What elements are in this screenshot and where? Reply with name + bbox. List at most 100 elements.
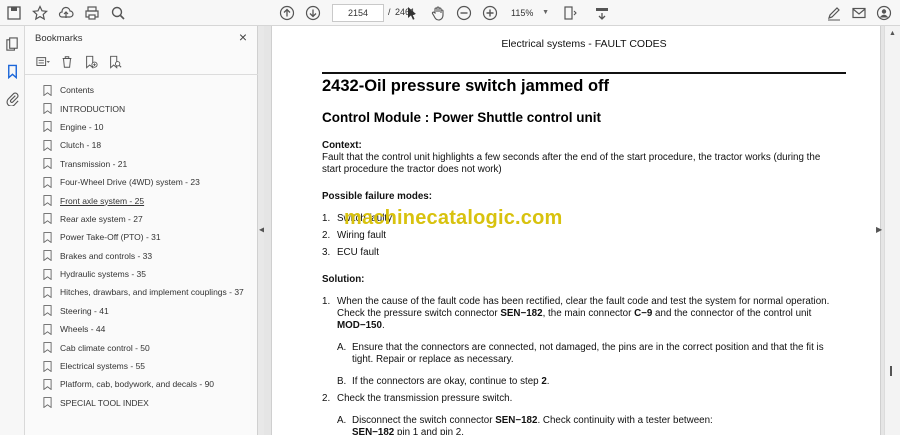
bookmark-label: Wheels - 44 xyxy=(60,324,106,335)
delete-bookmark-icon[interactable] xyxy=(59,54,75,70)
failure-mode-2: Wiring fault xyxy=(337,230,386,241)
save-icon[interactable] xyxy=(4,3,24,23)
bookmark-panel-icon[interactable] xyxy=(5,64,20,80)
bookmark-label: Rear axle system - 27 xyxy=(60,213,143,224)
step-1-module-mod150: MOD−150 xyxy=(337,320,382,331)
control-module-heading: Control Module : Power Shuttle control u… xyxy=(322,110,601,125)
step-2a-line-2: SEN−182 pin 1 and pin 2. xyxy=(352,427,464,435)
step-2a-text-c: . Check continuity with a tester between… xyxy=(537,415,713,426)
bookmark-item[interactable]: Wheels - 44 xyxy=(43,320,253,338)
find-bookmark-icon[interactable] xyxy=(107,54,123,70)
zoom-in-icon[interactable] xyxy=(480,3,500,23)
bookmark-item[interactable]: Contents xyxy=(43,81,253,99)
hand-tool-icon[interactable] xyxy=(428,3,448,23)
bookmark-item[interactable]: Clutch - 18 xyxy=(43,136,253,154)
bookmark-icon xyxy=(43,158,52,170)
bookmark-item[interactable]: Engine - 10 xyxy=(43,118,253,136)
star-icon[interactable] xyxy=(30,3,50,23)
page-number-input[interactable]: 2154 xyxy=(332,4,384,22)
step-2a-text-a: Disconnect the switch connector xyxy=(352,415,496,426)
bookmark-item[interactable]: Platform, cab, bodywork, and decals - 90 xyxy=(43,375,253,393)
context-line-2: start procedure the tractor does not wor… xyxy=(322,164,502,175)
bookmark-item[interactable]: INTRODUCTION xyxy=(43,99,253,117)
bookmark-item[interactable]: Cab climate control - 50 xyxy=(43,338,253,356)
bookmarks-divider xyxy=(25,74,258,75)
bookmark-item[interactable]: Electrical systems - 55 xyxy=(43,357,253,375)
attachment-icon[interactable] xyxy=(5,91,20,107)
top-toolbar: 2154 / 2461 115% ▼ xyxy=(0,0,900,26)
upload-cloud-icon[interactable] xyxy=(56,3,76,23)
bookmark-item[interactable]: Hydraulic systems - 35 xyxy=(43,265,253,283)
fit-page-icon[interactable] xyxy=(560,3,580,23)
scroll-thumb[interactable] xyxy=(890,366,892,376)
options-menu-icon[interactable] xyxy=(35,54,51,70)
bookmark-item[interactable]: Power Take-Off (PTO) - 31 xyxy=(43,228,253,246)
failure-mode-3-num: 3. xyxy=(322,247,331,258)
bookmark-label: Engine - 10 xyxy=(60,121,104,132)
failure-mode-2-num: 2. xyxy=(322,230,331,241)
email-icon[interactable] xyxy=(849,3,869,23)
bookmark-item[interactable]: Four-Wheel Drive (4WD) system - 23 xyxy=(43,173,253,191)
search-icon[interactable] xyxy=(108,3,128,23)
step-1-text-c: , the main connector xyxy=(542,308,635,319)
bookmark-label: Platform, cab, bodywork, and decals - 90 xyxy=(60,379,215,390)
bookmark-icon xyxy=(43,379,52,390)
failure-modes-heading: Possible failure modes: xyxy=(322,191,432,202)
bookmark-icon xyxy=(43,305,52,317)
step-2a-line-2-text: pin 1 and pin 2. xyxy=(394,427,464,435)
bookmark-label: Front axle system - 25 xyxy=(60,195,145,206)
bookmark-icon xyxy=(43,139,52,151)
sign-pen-icon[interactable] xyxy=(824,3,844,23)
page-thumbnails-icon[interactable] xyxy=(5,37,20,52)
solution-heading: Solution: xyxy=(322,274,365,285)
bookmark-icon xyxy=(43,103,52,115)
toggle-tools-icon[interactable] xyxy=(592,3,612,23)
step-2-num: 2. xyxy=(322,393,331,404)
step-1-text-a: Check the pressure switch connector xyxy=(337,308,501,319)
bookmark-item[interactable]: Steering - 41 xyxy=(43,302,253,320)
title-rule xyxy=(322,72,846,74)
bookmark-item[interactable]: Hitches, drawbars, and implement couplin… xyxy=(43,283,253,301)
zoom-out-icon[interactable] xyxy=(454,3,474,23)
step-1b-label: B. xyxy=(337,376,347,387)
account-icon[interactable] xyxy=(874,3,894,23)
previous-page-icon[interactable] xyxy=(277,3,297,23)
step-1b-text-main: If the connectors are okay, continue to … xyxy=(352,376,542,387)
vertical-scrollbar[interactable]: ▲ xyxy=(884,26,900,435)
bookmark-icon xyxy=(43,84,52,96)
bookmark-icon xyxy=(43,268,52,280)
next-page-icon[interactable] xyxy=(303,3,323,23)
failure-mode-3: ECU fault xyxy=(337,247,379,258)
bookmark-item[interactable]: Rear axle system - 27 xyxy=(43,210,253,228)
select-cursor-icon[interactable] xyxy=(402,3,422,23)
bookmark-icon xyxy=(43,231,52,243)
step-1a-label: A. xyxy=(337,342,347,353)
bookmarks-title: Bookmarks xyxy=(35,33,83,44)
bookmarks-panel: Bookmarks × Contents INTRODUCTION Engine -… xyxy=(25,26,258,435)
scroll-up-icon[interactable]: ▲ xyxy=(889,30,896,37)
bookmark-label: Steering - 41 xyxy=(60,305,109,316)
bookmark-item[interactable]: Transmission - 21 xyxy=(43,155,253,173)
document-title: 2432-Oil pressure switch jammed off xyxy=(322,77,610,95)
expand-right-arrow-icon[interactable]: ▶ xyxy=(876,225,882,234)
zoom-value: 115% xyxy=(511,8,534,18)
bookmark-item[interactable]: SPECIAL TOOL INDEX xyxy=(43,394,253,412)
step-1-connector-c9: C−9 xyxy=(634,308,653,319)
bookmark-icon xyxy=(43,195,52,207)
watermark-text: machinecatalogic.com xyxy=(344,207,563,229)
chevron-down-icon: ▼ xyxy=(542,9,549,16)
document-viewport[interactable]: Electrical systems - FAULT CODES 2432-Oi… xyxy=(264,26,884,435)
bookmark-item[interactable]: Brakes and controls - 33 xyxy=(43,247,253,265)
bookmark-icon xyxy=(43,397,52,409)
bookmark-item[interactable]: Front axle system - 25 xyxy=(43,191,253,209)
print-icon[interactable] xyxy=(82,3,102,23)
step-1-line-3: MOD−150. xyxy=(337,320,385,332)
left-icon-rail xyxy=(0,26,25,435)
zoom-dropdown[interactable]: 115% ▼ xyxy=(505,4,551,22)
new-bookmark-icon[interactable] xyxy=(83,54,99,70)
bookmark-label: SPECIAL TOOL INDEX xyxy=(60,397,149,408)
close-icon[interactable]: × xyxy=(239,29,247,45)
bookmark-icon xyxy=(43,287,52,298)
bookmark-icon xyxy=(43,360,52,372)
step-1-line-1: When the cause of the fault code has bee… xyxy=(337,296,830,307)
